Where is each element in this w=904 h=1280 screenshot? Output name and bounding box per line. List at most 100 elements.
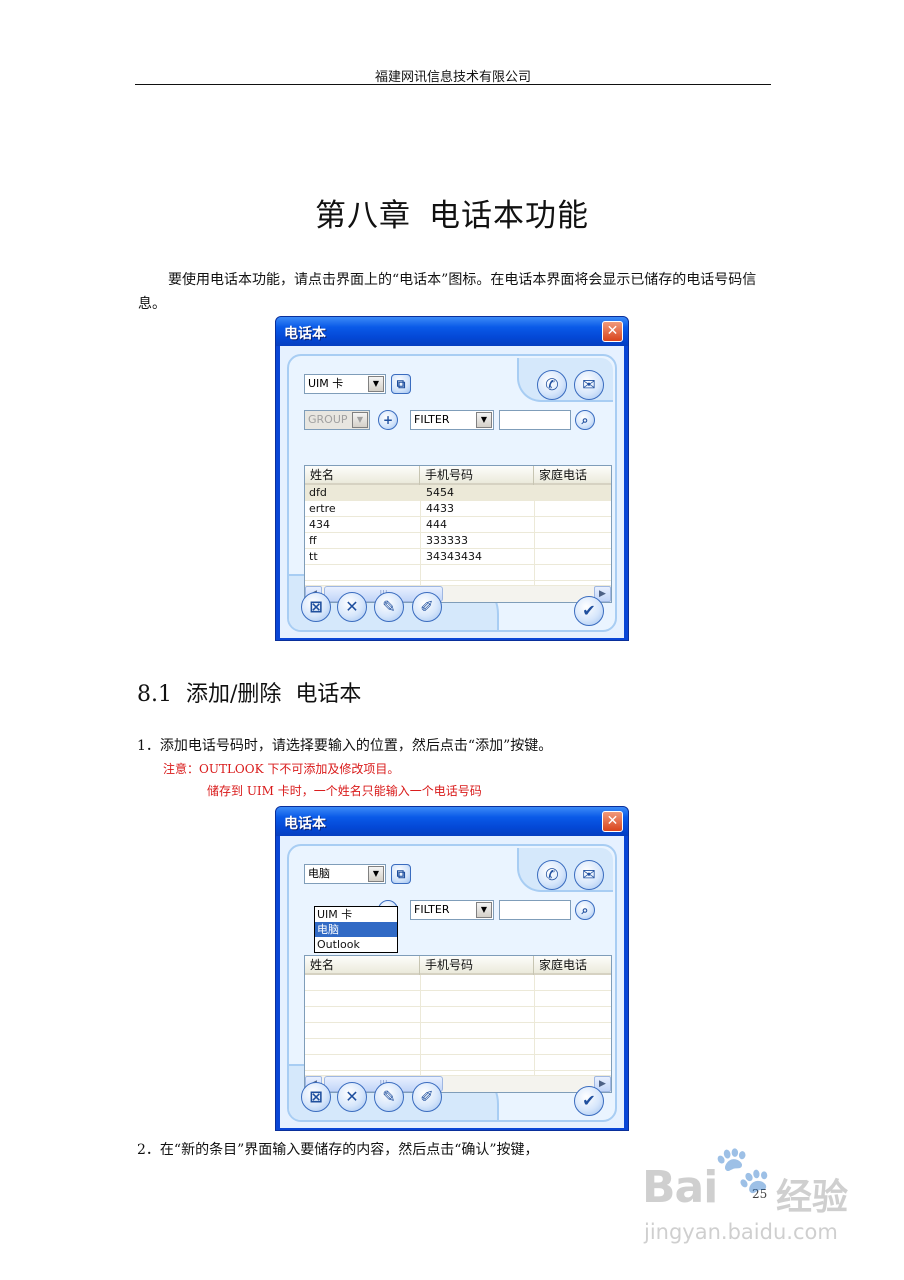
search-input[interactable] xyxy=(499,900,571,920)
delete-all-icon[interactable]: ⊠ xyxy=(301,592,331,622)
window-client: UIM 卡 ▼ ⧉ ✆ ✉ GROUP ▼ + FILTER ▼ ⌕ 姓名 手机… xyxy=(280,346,624,638)
chevron-down-icon[interactable]: ▼ xyxy=(352,412,368,428)
storage-select[interactable]: UIM 卡 ▼ xyxy=(304,374,386,394)
storage-option-pc[interactable]: 电脑 xyxy=(315,922,397,937)
watermark-url: jingyan.baidu.com xyxy=(644,1220,838,1244)
column-header-mobile[interactable]: 手机号码 xyxy=(420,466,534,485)
phonebook-panel: UIM 卡 ▼ ⧉ ✆ ✉ GROUP ▼ + FILTER ▼ ⌕ 姓名 手机… xyxy=(287,354,617,632)
cell-name: dfd xyxy=(309,486,327,499)
table-row[interactable] xyxy=(305,1007,611,1023)
window-client: 电脑 ▼ ⧉ ✆ ✉ UIM 卡 电脑 Outlook + FILTER ▼ ⌕… xyxy=(280,836,624,1128)
cell-home xyxy=(536,485,540,501)
column-header-home[interactable]: 家庭电话 xyxy=(534,956,611,975)
add-entry-icon[interactable]: ✎ xyxy=(374,1082,404,1112)
group-select-label: GROUP xyxy=(308,413,348,426)
filter-select-label: FILTER xyxy=(414,903,450,916)
column-header-home[interactable]: 家庭电话 xyxy=(534,466,611,485)
magnifier-icon[interactable]: ⌕ xyxy=(575,900,595,920)
plus-icon[interactable]: + xyxy=(378,410,398,430)
section-title-a: 添加/删除 xyxy=(186,682,282,707)
close-icon[interactable]: ✕ xyxy=(602,811,623,832)
step-2: 2．在“新的条目”界面输入要储存的内容，然后点击“确认”按键， xyxy=(137,1142,539,1158)
envelope-icon[interactable]: ✉ xyxy=(574,860,604,890)
cell-mobile: 4433 xyxy=(426,502,454,515)
delete-icon[interactable]: ✕ xyxy=(337,1082,367,1112)
filter-select[interactable]: FILTER ▼ xyxy=(410,900,494,920)
step-1: 1．添加电话号码时，请选择要输入的位置，然后点击“添加”按键。 xyxy=(137,738,553,754)
add-entry-icon[interactable]: ✎ xyxy=(374,592,404,622)
delete-all-icon[interactable]: ⊠ xyxy=(301,1082,331,1112)
copy-icon[interactable]: ⧉ xyxy=(391,864,411,884)
storage-option-uim[interactable]: UIM 卡 xyxy=(315,907,397,922)
window-title: 电话本 xyxy=(284,326,326,342)
table-row[interactable]: ertre 4433 xyxy=(305,501,611,517)
table-row[interactable] xyxy=(305,1055,611,1071)
chapter-number: 第八章 xyxy=(315,198,411,234)
magnifier-icon[interactable]: ⌕ xyxy=(575,410,595,430)
chevron-down-icon[interactable]: ▼ xyxy=(368,866,384,882)
edit-icon[interactable]: ✐ xyxy=(412,592,442,622)
envelope-icon[interactable]: ✉ xyxy=(574,370,604,400)
cell-home xyxy=(536,533,540,549)
phonebook-table[interactable]: 姓名 手机号码 家庭电话 ◀ ||| ▶ xyxy=(304,955,612,1093)
storage-select[interactable]: 电脑 ▼ xyxy=(304,864,386,884)
chapter-name: 电话本功能 xyxy=(429,198,589,234)
table-row[interactable] xyxy=(305,1039,611,1055)
copy-icon[interactable]: ⧉ xyxy=(391,374,411,394)
cell-name: tt xyxy=(309,550,318,563)
chevron-down-icon[interactable]: ▼ xyxy=(368,376,384,392)
cell-name: ertre xyxy=(309,502,336,515)
checkmark-icon[interactable]: ✔ xyxy=(574,1086,604,1116)
filter-select[interactable]: FILTER ▼ xyxy=(410,410,494,430)
phonebook-window-dropdown: 电话本 ✕ 电脑 ▼ ⧉ ✆ ✉ UIM 卡 电脑 Outlook + FILT… xyxy=(275,806,629,1131)
close-icon[interactable]: ✕ xyxy=(602,321,623,342)
column-header-name[interactable]: 姓名 xyxy=(305,956,420,975)
section-title-b: 电话本 xyxy=(295,682,362,707)
phone-icon[interactable]: ✆ xyxy=(537,370,567,400)
table-row[interactable] xyxy=(305,1023,611,1039)
storage-dropdown-list[interactable]: UIM 卡 电脑 Outlook xyxy=(314,906,398,953)
cell-mobile: 444 xyxy=(426,518,447,531)
table-row[interactable]: 434 444 xyxy=(305,517,611,533)
column-header-mobile[interactable]: 手机号码 xyxy=(420,956,534,975)
cell-mobile: 333333 xyxy=(426,534,468,547)
storage-select-value: 电脑 xyxy=(308,867,330,880)
chapter-title: 第八章 电话本功能 xyxy=(0,190,904,235)
table-header: 姓名 手机号码 家庭电话 xyxy=(305,956,611,975)
chevron-down-icon[interactable]: ▼ xyxy=(476,902,492,918)
storage-option-outlook[interactable]: Outlook xyxy=(315,937,397,952)
delete-icon[interactable]: ✕ xyxy=(337,592,367,622)
chevron-down-icon[interactable]: ▼ xyxy=(476,412,492,428)
table-row[interactable] xyxy=(305,565,611,581)
cell-home xyxy=(536,501,540,517)
table-row[interactable] xyxy=(305,991,611,1007)
table-row[interactable] xyxy=(305,975,611,991)
filter-select-label: FILTER xyxy=(414,413,450,426)
paw-icon: 🐾 xyxy=(714,1142,772,1196)
note-outlook: 注意：OUTLOOK 下不可添加及修改项目。 xyxy=(163,762,400,776)
checkmark-icon[interactable]: ✔ xyxy=(574,596,604,626)
note-uim: 储存到 UIM 卡时，一个姓名只能输入一个电话号码 xyxy=(207,784,482,798)
edit-icon[interactable]: ✐ xyxy=(412,1082,442,1112)
column-header-name[interactable]: 姓名 xyxy=(305,466,420,485)
cell-mobile: 34343434 xyxy=(426,550,482,563)
section-number: 8.1 xyxy=(137,682,172,707)
window-title: 电话本 xyxy=(284,816,326,832)
section-title: 8.1 添加/删除 电话本 xyxy=(137,676,361,708)
page-header: 福建网讯信息技术有限公司 xyxy=(374,70,531,85)
cell-name: ff xyxy=(309,534,317,547)
phonebook-panel: 电脑 ▼ ⧉ ✆ ✉ UIM 卡 电脑 Outlook + FILTER ▼ ⌕… xyxy=(287,844,617,1122)
phonebook-table[interactable]: 姓名 手机号码 家庭电话 dfd 5454 ertre 4433 434 444… xyxy=(304,465,612,603)
window-titlebar: 电话本 ✕ xyxy=(276,317,628,346)
table-row[interactable]: dfd 5454 xyxy=(305,485,611,501)
table-row[interactable]: tt 34343434 xyxy=(305,549,611,565)
window-titlebar: 电话本 ✕ xyxy=(276,807,628,836)
phone-icon[interactable]: ✆ xyxy=(537,860,567,890)
table-row[interactable]: ff 333333 xyxy=(305,533,611,549)
search-input[interactable] xyxy=(499,410,571,430)
baidu-watermark: Bai 🐾 经验 jingyan.baidu.com xyxy=(642,1142,872,1252)
watermark-brand-suffix: 经验 xyxy=(776,1177,849,1218)
group-select[interactable]: GROUP ▼ xyxy=(304,410,370,430)
phonebook-window: 电话本 ✕ UIM 卡 ▼ ⧉ ✆ ✉ GROUP ▼ + FILTER ▼ ⌕ xyxy=(275,316,629,641)
header-rule xyxy=(135,84,771,85)
